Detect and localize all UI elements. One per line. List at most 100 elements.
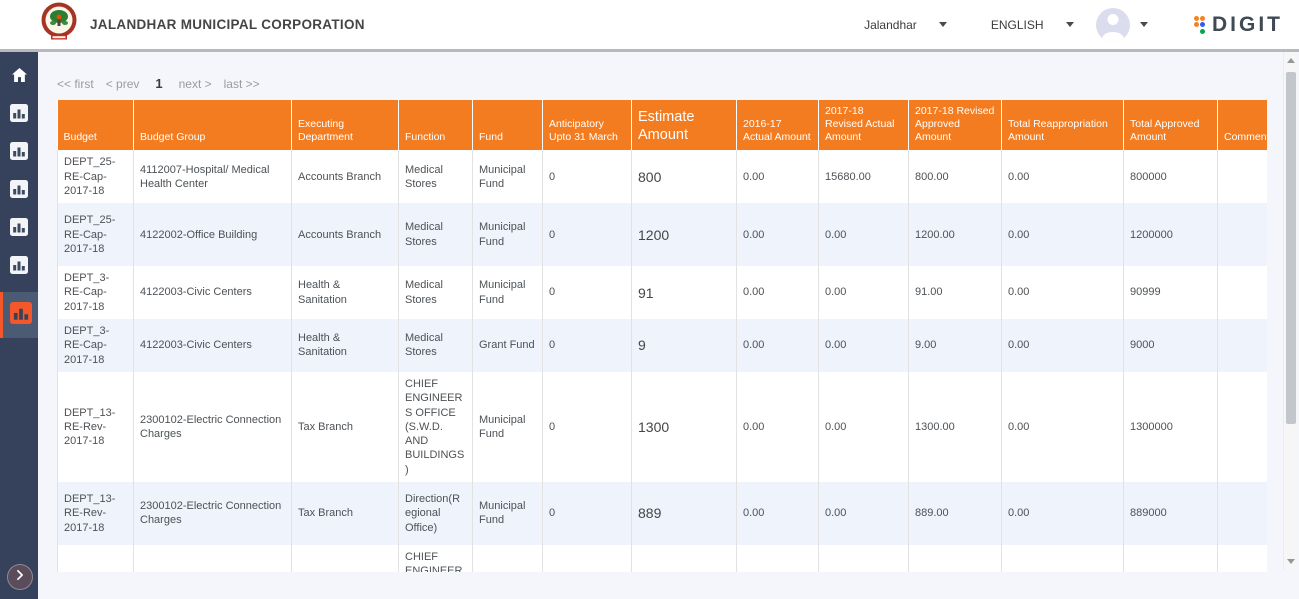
table-cell: 1300000 [1124,372,1218,482]
table-cell: 889000 [1124,482,1218,545]
table-cell: 889.00 [909,482,1002,545]
table-cell [1218,545,1268,572]
sidebar-item-home[interactable] [0,58,38,96]
main-content: << first < prev 1 next > last >> BudgetB… [38,52,1299,599]
user-menu[interactable] [1096,8,1148,42]
table-row: DEPT_25-RE-Cap-2017-184122002-Office Bui… [58,203,1268,266]
table-cell: Municipal Fund [473,372,543,482]
table-cell: 1200.00 [909,203,1002,266]
table-cell: Medical Stores [399,319,473,372]
bar-chart-icon [10,142,28,165]
table-cell: 0.00 [737,150,819,203]
table-cell: 0 [543,372,632,482]
table-cell: Tax Branch [292,545,399,572]
sidebar-item-report-6[interactable] [0,292,38,338]
table-cell: 0.00 [1002,482,1124,545]
table-cell: 0.00 [819,319,909,372]
column-header: Total Approved Amount [1124,100,1218,150]
table-cell [1218,150,1268,203]
table-cell: CHIEF ENGINEERS OFFICE (S.W.D. AND BUILD… [399,372,473,482]
table-row: DEPT_13-RE-Rev-2017-182300102-Electric C… [58,372,1268,482]
vertical-scrollbar[interactable] [1283,52,1297,570]
pagination-current-page[interactable]: 1 [151,76,166,91]
table-cell: Direction(Regional Office) [399,482,473,545]
city-selector[interactable]: Jalandhar [864,18,947,32]
table-cell: 0 [543,266,632,319]
sidebar-item-report-2[interactable] [0,134,38,172]
column-header: 2017-18 Revised Approved Amount [909,100,1002,150]
top-header-bar: JALANDHAR MUNICIPAL CORPORATION Jalandha… [0,0,1299,52]
table-cell: CHIEF ENGINEERS OFFICE (S.W.D. AND BUILD… [399,545,473,572]
digit-logo: DIGIT [1194,13,1284,37]
sidebar-item-report-1[interactable] [0,96,38,134]
table-cell: 0.00 [1002,319,1124,372]
table-cell: DEPT_13-RE-Rev-2017-18 [58,372,134,482]
table-cell: Health & Sanitation [292,266,399,319]
table-cell: DEPT_13-RE-Rev-2017-18 [58,545,134,572]
table-cell: Municipal Fund [473,150,543,203]
table-cell: 0.00 [737,266,819,319]
table-cell: DEPT_3-RE-Cap-2017-18 [58,266,134,319]
table-cell: 91.00 [909,266,1002,319]
table-cell [1218,372,1268,482]
table-row: DEPT_3-RE-Cap-2017-184122003-Civic Cente… [58,319,1268,372]
table-cell: Medical Stores [399,203,473,266]
table-cell: 0 [543,319,632,372]
chevron-right-icon [13,568,27,587]
chevron-down-icon [939,22,947,27]
org-brand: JALANDHAR MUNICIPAL CORPORATION [40,2,365,47]
sidebar-item-report-3[interactable] [0,172,38,210]
budget-table-wrapper[interactable]: BudgetBudget GroupExecuting DepartmentFu… [57,100,1267,572]
table-cell: 0.00 [737,372,819,482]
pagination-prev[interactable]: < prev [106,77,140,91]
column-header: Estimate Amount [632,100,737,150]
table-cell: Accounts Branch [292,203,399,266]
table-cell: Medical Stores [399,150,473,203]
table-cell: 2300103-Electricity Bill- Tube well [134,545,292,572]
scroll-down-icon[interactable] [1287,559,1295,564]
table-cell: 889 [632,482,737,545]
column-header: 2016-17 Actual Amount [737,100,819,150]
language-selector-label: ENGLISH [991,18,1044,32]
table-cell: Accounts Branch [292,150,399,203]
table-cell [1218,319,1268,372]
table-cell [1218,482,1268,545]
table-cell: 1200 [632,203,737,266]
table-cell: 91 [632,266,737,319]
table-row: DEPT_13-RE-Rev-2017-182300102-Electric C… [58,482,1268,545]
scroll-up-icon[interactable] [1287,58,1295,63]
column-header: Fund [473,100,543,150]
scrollbar-thumb[interactable] [1286,72,1296,424]
table-cell: 0.00 [1002,545,1124,572]
language-selector[interactable]: ENGLISH [991,18,1074,32]
municipal-logo-icon [40,2,78,47]
table-cell: 9.00 [909,319,1002,372]
bar-chart-icon [10,104,28,127]
table-cell: 2300102-Electric Connection Charges [134,372,292,482]
table-cell: 1300.00 [909,372,1002,482]
table-cell: 4122003-Civic Centers [134,319,292,372]
sidebar-item-report-4[interactable] [0,210,38,248]
column-header: Total Reappropriation Amount [1002,100,1124,150]
pagination-last[interactable]: last >> [224,77,260,91]
column-header: Anticipatory Upto 31 March [543,100,632,150]
digit-dots-icon [1194,16,1206,34]
sidebar-item-report-5[interactable] [0,248,38,286]
table-cell: 15680.00 [819,150,909,203]
table-cell: DEPT_25-RE-Cap-2017-18 [58,150,134,203]
page-title: JALANDHAR MUNICIPAL CORPORATION [90,17,365,32]
bar-chart-icon [10,180,28,203]
table-cell: 0.00 [1002,150,1124,203]
table-cell: 0 [543,545,632,572]
table-cell: 0.00 [737,203,819,266]
column-header: Budget [58,100,134,150]
column-header: Comments [1218,100,1268,150]
table-cell: 800.00 [909,150,1002,203]
column-header: Function [399,100,473,150]
sidebar-expand-button[interactable] [7,564,33,590]
pagination-next[interactable]: next > [179,77,212,91]
table-cell: 0 [543,150,632,203]
table-cell: Health & Sanitation [292,319,399,372]
table-cell: 4122002-Office Building [134,203,292,266]
pagination-first[interactable]: << first [57,77,94,91]
